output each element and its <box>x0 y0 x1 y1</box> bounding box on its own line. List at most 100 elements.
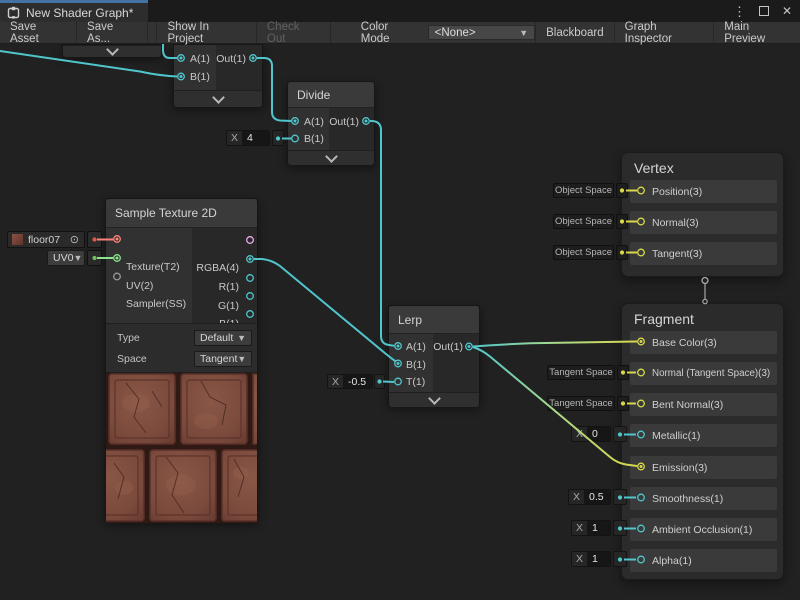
port-label-a: A(1) <box>174 50 216 68</box>
port-label-b: B(1) <box>288 131 329 148</box>
port-label-a: A(1) <box>288 114 329 131</box>
row-label: Bent Normal(3) <box>652 399 723 411</box>
node-collapse-button[interactable] <box>389 392 479 407</box>
ambient-occlusion-default-field[interactable]: X 1 <box>571 520 611 536</box>
fragment-row-metallic[interactable]: Metallic(1) <box>630 424 777 447</box>
pill-label: Object Space <box>555 216 612 227</box>
graph-toolbar: Save Asset Save As... Show In Project Ch… <box>0 22 800 44</box>
texture-object-field[interactable]: floor07 ⊙ <box>7 231 85 248</box>
fragment-block[interactable]: Fragment Base Color(3) Normal (Tangent S… <box>621 303 784 580</box>
node-divide[interactable]: Divide A(1) B(1) Out(1) <box>287 81 375 165</box>
collapsed-node-bottom[interactable] <box>62 44 162 57</box>
row-label: Base Color(3) <box>652 337 717 349</box>
port-label-texture: Texture(T2) <box>126 261 180 273</box>
vertex-row-position[interactable]: Position(3) <box>630 180 777 203</box>
uv-channel-dropdown[interactable]: UV0 ▼ <box>47 250 85 266</box>
field-port-box <box>613 520 627 536</box>
type-dropdown[interactable]: Default ▼ <box>194 330 252 346</box>
field-x-value[interactable]: 1 <box>587 552 610 566</box>
row-label: Alpha(1) <box>652 555 692 567</box>
field-x-value[interactable]: 0.5 <box>584 490 610 504</box>
vertex-row-tangent[interactable]: Tangent(3) <box>630 242 777 265</box>
node-partial-top[interactable]: A(1) B(1) Out(1) <box>173 44 263 107</box>
alpha-default-field[interactable]: X 1 <box>571 551 611 567</box>
tab-new-shader-graph[interactable]: New Shader Graph* <box>0 0 148 22</box>
fragment-row-ambient-occlusion[interactable]: Ambient Occlusion(1) <box>630 518 777 541</box>
shader-graph-icon <box>7 6 20 19</box>
space-pill-normal-ts[interactable]: Tangent Space <box>547 365 615 380</box>
fragment-row-emission[interactable]: Emission(3) <box>630 456 777 479</box>
toolbar-right-group: Blackboard Graph Inspector Main Preview <box>535 22 800 43</box>
node-collapse-button[interactable] <box>288 150 374 165</box>
fragment-row-normal-ts[interactable]: Normal (Tangent Space)(3) <box>630 362 777 385</box>
row-label: Smoothness(1) <box>652 493 723 505</box>
vertex-title: Vertex <box>634 160 674 176</box>
row-label: Metallic(1) <box>652 430 700 442</box>
fragment-row-smoothness[interactable]: Smoothness(1) <box>630 487 777 510</box>
row-label: Emission(3) <box>652 462 707 474</box>
port-label-out: Out(1) <box>329 114 374 131</box>
field-port-box <box>613 489 627 505</box>
tab-title: New Shader Graph* <box>26 6 133 20</box>
texture-thumbnail <box>12 234 23 245</box>
smoothness-default-field[interactable]: X 0.5 <box>568 489 611 505</box>
chevron-down-icon: ▼ <box>237 333 246 343</box>
node-collapse-button[interactable] <box>63 45 161 57</box>
chevron-down-icon: ▼ <box>73 253 82 263</box>
field-port-box <box>87 231 102 248</box>
graph-inspector-button[interactable]: Graph Inspector <box>614 22 714 43</box>
space-dropdown[interactable]: Tangent ▼ <box>194 351 252 367</box>
vertex-row-normal[interactable]: Normal(3) <box>630 211 777 234</box>
field-x-label: X <box>328 376 343 388</box>
node-title: Lerp <box>389 306 479 334</box>
space-pill-bent-normal[interactable]: Tangent Space <box>547 396 615 411</box>
node-sample-texture-2d[interactable]: Sample Texture 2D Texture(T2) UV(2) Samp… <box>105 198 258 522</box>
space-pill-position[interactable]: Object Space <box>553 183 614 198</box>
fragment-row-alpha[interactable]: Alpha(1) <box>630 549 777 572</box>
object-picker-icon[interactable]: ⊙ <box>70 233 79 246</box>
type-label: Type <box>117 332 140 344</box>
field-x-value[interactable]: 1 <box>587 521 610 535</box>
wire[interactable] <box>254 259 398 363</box>
blackboard-button[interactable]: Blackboard <box>535 22 614 43</box>
shader-graph-window: New Shader Graph* ⋮ ✕ Save Asset Save As… <box>0 0 800 600</box>
node-collapse-button[interactable] <box>174 90 262 107</box>
main-preview-button[interactable]: Main Preview <box>713 22 800 43</box>
window-menu-icon[interactable]: ⋮ <box>733 5 746 18</box>
color-mode-value: <None> <box>435 27 476 39</box>
port-label-uv: UV(2) <box>126 280 153 292</box>
divide-b-default-field[interactable]: X 4 <box>226 130 270 146</box>
lerp-t-default-field[interactable]: X -0.5 <box>327 374 373 389</box>
field-x-label: X <box>569 491 584 503</box>
show-in-project-button[interactable]: Show In Project <box>156 22 256 43</box>
port-label-out: Out(1) <box>216 50 262 68</box>
vertex-block[interactable]: Vertex Position(3) Normal(3) Tangent(3) <box>621 152 784 277</box>
color-mode-dropdown[interactable]: <None> ▼ <box>428 25 535 40</box>
node-lerp[interactable]: Lerp A(1) B(1) T(1) Out(1) <box>388 305 480 406</box>
pill-label: Tangent Space <box>549 398 612 409</box>
close-icon[interactable]: ✕ <box>782 5 792 17</box>
field-x-value[interactable]: 0 <box>587 427 610 441</box>
maximize-icon[interactable] <box>759 6 769 16</box>
field-port-box <box>613 426 627 442</box>
port-label-t: T(1) <box>389 374 433 392</box>
node-title: Divide <box>288 82 374 108</box>
chevron-down-icon <box>325 150 338 163</box>
port-label-rgba: RGBA(4) <box>196 262 239 274</box>
space-value: Tangent <box>200 353 237 365</box>
save-asset-button[interactable]: Save Asset <box>0 22 77 43</box>
window-controls: ⋮ ✕ <box>733 0 792 22</box>
port-label-b: B(1) <box>389 357 433 375</box>
metallic-default-field[interactable]: X 0 <box>571 426 611 442</box>
field-x-value[interactable]: -0.5 <box>343 375 372 388</box>
wire[interactable] <box>473 342 637 347</box>
fragment-row-bent-normal[interactable]: Bent Normal(3) <box>630 393 777 416</box>
row-label: Tangent(3) <box>652 248 702 260</box>
space-pill-tangent[interactable]: Object Space <box>553 245 614 260</box>
chevron-down-icon <box>106 43 119 56</box>
space-pill-normal[interactable]: Object Space <box>553 214 614 229</box>
field-x-value[interactable]: 4 <box>242 131 269 145</box>
fragment-row-base-color[interactable]: Base Color(3) <box>630 331 777 354</box>
save-as-button[interactable]: Save As... <box>77 22 148 43</box>
pill-port-box <box>617 365 629 380</box>
